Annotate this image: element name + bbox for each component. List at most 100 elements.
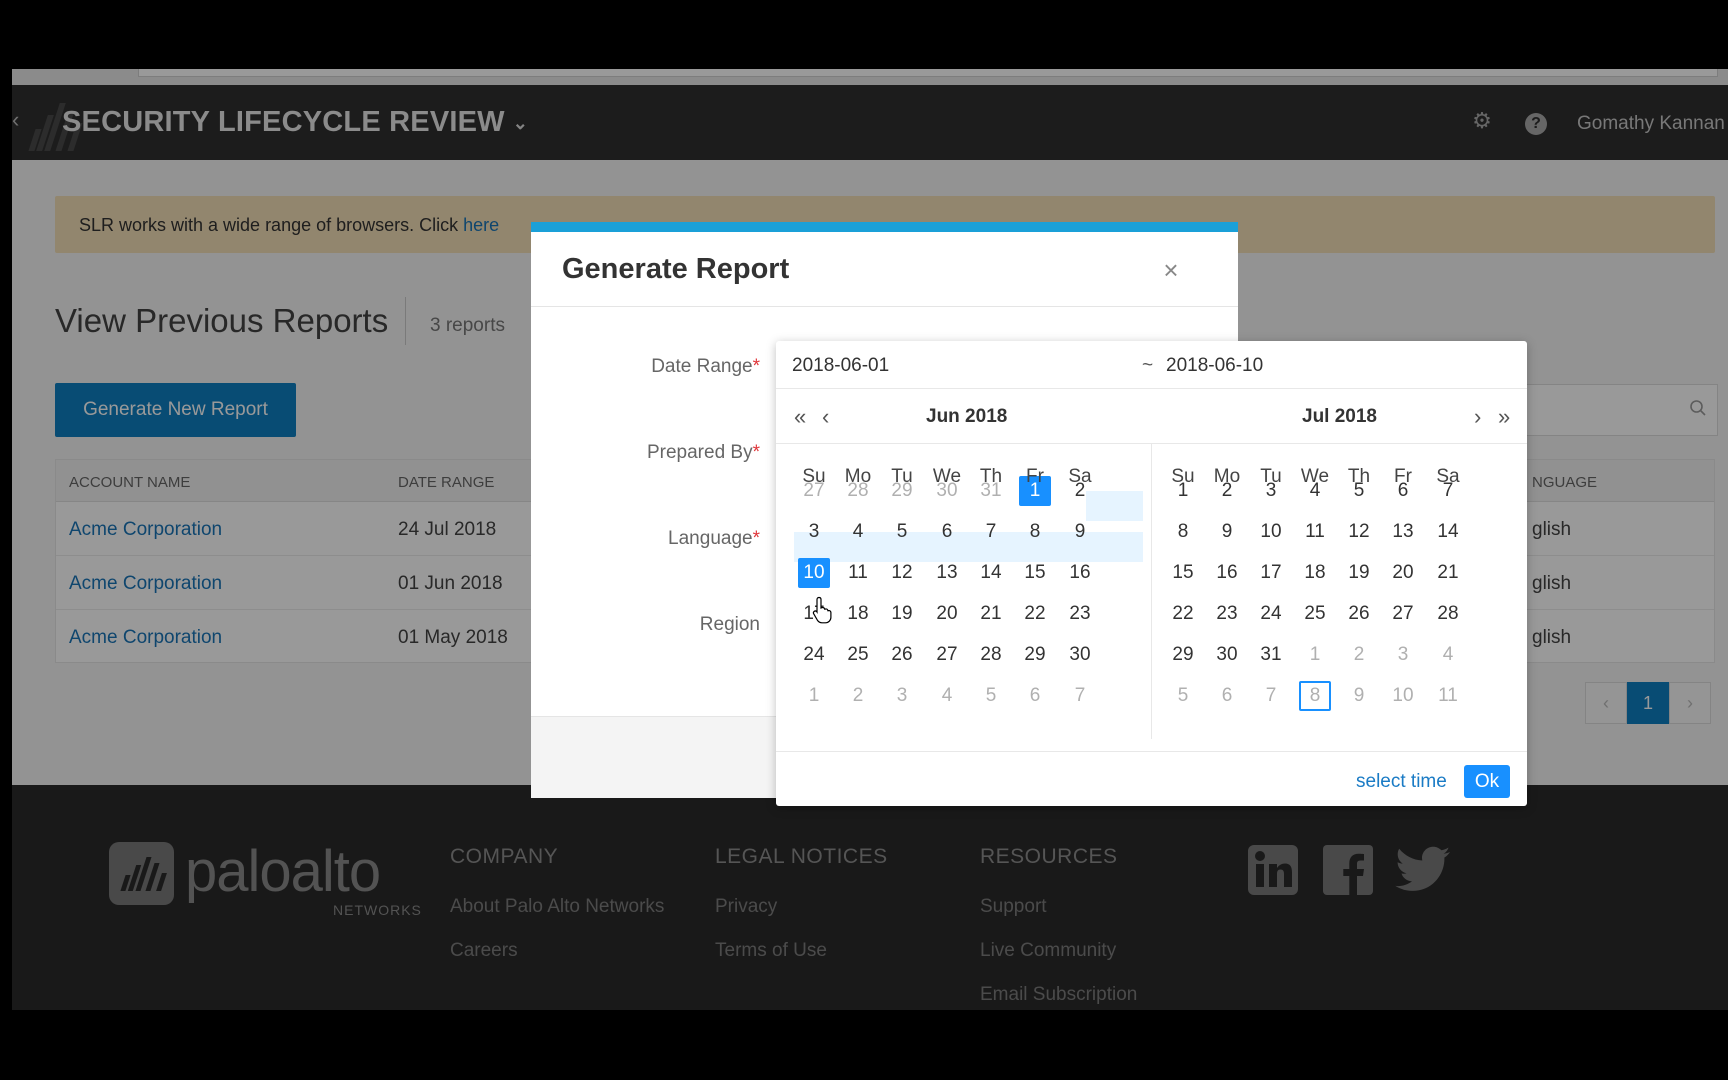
right-month-title[interactable]: Jul 2018 <box>1302 406 1377 428</box>
day-cell[interactable]: 22 <box>1163 599 1203 629</box>
day-cell[interactable]: 14 <box>1428 517 1468 547</box>
modal-divider <box>531 306 1238 307</box>
day-cell[interactable]: 28 <box>1428 599 1468 629</box>
select-time-link[interactable]: select time <box>1356 771 1447 793</box>
weekday-header: Tu <box>1260 466 1282 487</box>
day-cell[interactable]: 6 <box>927 517 967 547</box>
end-date-input[interactable]: 2018-06-10 <box>1166 355 1263 377</box>
day-cell: 1 <box>1309 644 1321 665</box>
day-cell[interactable]: 16 <box>1207 558 1247 588</box>
next-year-button[interactable]: » <box>1498 404 1510 430</box>
day-cell[interactable]: 18 <box>1295 558 1335 588</box>
day-cell: 7 <box>1265 685 1277 706</box>
day-cell[interactable]: 8 <box>1163 517 1203 547</box>
weekday-header: Th <box>979 466 1003 487</box>
day-cell[interactable]: 13 <box>1383 517 1423 547</box>
day-cell[interactable]: 29 <box>1015 640 1055 670</box>
day-cell[interactable]: 20 <box>1383 558 1423 588</box>
weekday-header: Fr <box>1394 466 1412 487</box>
field-label-text: Prepared By <box>646 442 753 463</box>
day-cell[interactable]: 25 <box>1295 599 1335 629</box>
day-cell[interactable]: 21 <box>1428 558 1468 588</box>
field-label-text: Region <box>699 614 760 635</box>
required-marker: * <box>752 528 760 549</box>
day-cell: 4 <box>1442 644 1454 665</box>
day-cell[interactable]: 19 <box>882 599 922 629</box>
day-cell[interactable]: 28 <box>971 640 1011 670</box>
day-cell[interactable]: 23 <box>1060 599 1100 629</box>
day-cell[interactable]: 12 <box>882 558 922 588</box>
picker-divider <box>776 751 1527 752</box>
weekday-header: Su <box>802 466 826 487</box>
day-cell[interactable]: 21 <box>971 599 1011 629</box>
day-cell[interactable]: 5 <box>882 517 922 547</box>
close-icon[interactable]: × <box>1158 257 1184 283</box>
range-separator: ~ <box>1142 355 1154 376</box>
day-cell[interactable]: 17 <box>1251 558 1291 588</box>
day-cell[interactable]: 26 <box>882 640 922 670</box>
day-cell[interactable]: 25 <box>838 640 878 670</box>
day-cell[interactable]: 16 <box>1060 558 1100 588</box>
weekday-header: Tu <box>891 466 913 487</box>
day-cell: 3 <box>896 685 908 706</box>
day-cell[interactable]: 31 <box>1251 640 1291 670</box>
ok-button[interactable]: Ok <box>1464 765 1510 798</box>
region-label: Region <box>700 614 760 636</box>
day-cell: 6 <box>1029 685 1041 706</box>
day-cell[interactable]: 9 <box>1207 517 1247 547</box>
day-cell: 9 <box>1353 685 1365 706</box>
day-cell[interactable]: 27 <box>927 640 967 670</box>
screen: { "header": { "title": "SECURITY LIFECYC… <box>0 0 1728 1080</box>
day-cell[interactable]: 12 <box>1339 517 1379 547</box>
weekday-header: Mo <box>844 466 872 487</box>
calendar-divider <box>1151 443 1152 739</box>
day-cell[interactable]: 19 <box>1339 558 1379 588</box>
weekday-header: Sa <box>1436 466 1460 487</box>
range-end-day[interactable]: 10 <box>798 558 830 588</box>
day-cell[interactable]: 15 <box>1163 558 1203 588</box>
day-cell: 4 <box>941 685 953 706</box>
day-cell[interactable]: 30 <box>1060 640 1100 670</box>
day-cell[interactable]: 18 <box>838 599 878 629</box>
left-month-title[interactable]: Jun 2018 <box>926 406 1007 428</box>
day-cell[interactable]: 26 <box>1339 599 1379 629</box>
prev-month-button[interactable]: ‹ <box>822 404 829 430</box>
modal-title: Generate Report <box>562 253 790 285</box>
day-cell: 1 <box>808 685 820 706</box>
start-date-input[interactable]: 2018-06-01 <box>792 355 889 377</box>
pointer-cursor-icon <box>812 596 832 624</box>
prev-year-button[interactable]: « <box>794 404 806 430</box>
day-cell[interactable]: 24 <box>794 640 834 670</box>
weekday-header: Su <box>1171 466 1195 487</box>
day-cell[interactable]: 20 <box>927 599 967 629</box>
day-cell[interactable]: 24 <box>1251 599 1291 629</box>
day-cell[interactable]: 15 <box>1015 558 1055 588</box>
required-marker: * <box>752 442 760 463</box>
day-cell[interactable]: 11 <box>838 558 878 588</box>
day-cell[interactable]: 13 <box>927 558 967 588</box>
weekday-header: Sa <box>1068 466 1092 487</box>
day-cell[interactable]: 3 <box>794 517 834 547</box>
day-cell[interactable]: 14 <box>971 558 1011 588</box>
weekday-header: We <box>932 466 962 487</box>
day-cell: 5 <box>985 685 997 706</box>
modal-accent-bar <box>531 222 1238 232</box>
day-cell[interactable]: 23 <box>1207 599 1247 629</box>
day-cell[interactable]: 9 <box>1060 517 1100 547</box>
day-cell[interactable]: 27 <box>1383 599 1423 629</box>
day-cell[interactable]: 29 <box>1163 640 1203 670</box>
day-cell[interactable]: 10 <box>1251 517 1291 547</box>
next-month-button[interactable]: › <box>1474 404 1481 430</box>
prepared-by-label: Prepared By* <box>647 442 760 464</box>
weekday-header: We <box>1300 466 1330 487</box>
day-cell: 10 <box>1392 685 1414 706</box>
day-cell[interactable]: 11 <box>1295 517 1335 547</box>
day-cell[interactable]: 8 <box>1015 517 1055 547</box>
day-cell[interactable]: 4 <box>838 517 878 547</box>
day-cell: 6 <box>1221 685 1233 706</box>
required-marker: * <box>752 356 760 377</box>
date-range-label: Date Range* <box>651 356 760 378</box>
day-cell[interactable]: 7 <box>971 517 1011 547</box>
day-cell[interactable]: 22 <box>1015 599 1055 629</box>
day-cell[interactable]: 30 <box>1207 640 1247 670</box>
